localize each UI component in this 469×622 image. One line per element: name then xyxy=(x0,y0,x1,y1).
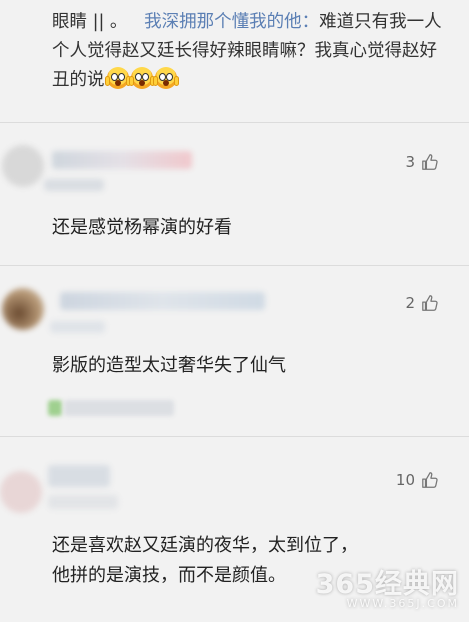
thumbs-up-icon xyxy=(422,154,438,170)
watermark-main: 365经典网 xyxy=(315,569,459,600)
comment-text-line-1: 还是喜欢赵又廷演的夜华，太到位了， xyxy=(52,535,358,556)
thumbs-up-icon xyxy=(422,295,438,311)
scream-emoji-icon xyxy=(152,67,179,89)
thumbs-up-icon xyxy=(422,472,438,488)
reply-mention[interactable]: 我深拥那个懂我的他： xyxy=(144,12,319,32)
reply-prefix: 眼睛 || 。 xyxy=(52,12,128,32)
badge-blurred xyxy=(48,400,62,416)
reply-block: 眼睛 || 。 我深拥那个懂我的他：难道只有我一人个人觉得赵又廷长得好辣眼睛嘛？… xyxy=(0,0,469,122)
user-meta-blurred xyxy=(48,495,118,509)
avatar[interactable] xyxy=(2,288,44,330)
comment-text-line-2: 他拼的是演技，而不是颜值。 xyxy=(52,565,286,586)
user-meta-blurred xyxy=(44,179,104,191)
avatar[interactable] xyxy=(0,471,42,513)
avatar[interactable] xyxy=(2,145,44,187)
comment-text: 影版的造型太过奢华失了仙气 xyxy=(52,355,286,376)
user-meta-blurred xyxy=(50,321,105,333)
like-count: 3 xyxy=(405,153,415,171)
username-blurred[interactable] xyxy=(48,465,110,487)
reply-text: 眼睛 || 。 我深拥那个懂我的他：难道只有我一人个人觉得赵又廷长得好辣眼睛嘛？… xyxy=(52,8,452,95)
like-button[interactable]: 3 xyxy=(405,153,439,171)
username-blurred[interactable] xyxy=(52,151,192,169)
source-blurred xyxy=(64,400,174,416)
like-button[interactable]: 10 xyxy=(396,471,439,489)
like-count: 10 xyxy=(395,471,415,489)
like-button[interactable]: 2 xyxy=(405,294,439,312)
scream-emoji-icon xyxy=(104,67,131,89)
comment-item: 2 影版的造型太过奢华失了仙气 xyxy=(0,266,469,436)
scream-emoji-icon xyxy=(128,67,155,89)
comment-text: 还是感觉杨幂演的好看 xyxy=(52,217,232,238)
comment-item: 3 还是感觉杨幂演的好看 xyxy=(0,123,469,265)
watermark: 365经典网 WWW.365J.COM xyxy=(316,562,459,610)
username-blurred[interactable] xyxy=(60,292,265,310)
like-count: 2 xyxy=(405,294,415,312)
